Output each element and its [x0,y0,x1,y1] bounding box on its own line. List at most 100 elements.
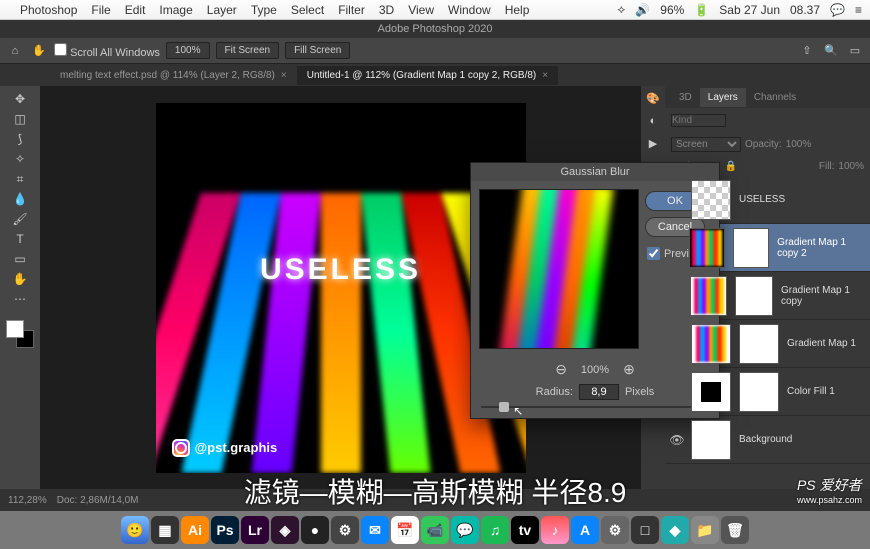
layer-mask-thumb[interactable] [733,228,769,268]
shape-tool-icon[interactable]: ▭ [11,250,29,268]
radius-slider[interactable]: ↖ [471,402,719,418]
wand-tool-icon[interactable]: ✧ [11,150,29,168]
layer-thumb[interactable] [691,180,731,220]
layer-mask-thumb[interactable] [735,276,773,316]
home-icon[interactable]: ⌂ [6,42,24,60]
dock-folder[interactable]: 📁 [691,516,719,544]
hand-tool-icon[interactable]: ✋ [30,42,48,60]
layer-thumb[interactable] [691,324,731,364]
layer-thumb[interactable] [691,420,731,460]
menu-select[interactable]: Select [291,3,324,17]
menu-edit[interactable]: Edit [125,3,146,17]
share-icon[interactable]: ⇧ [798,42,816,60]
tab-untitled[interactable]: Untitled-1 @ 112% (Gradient Map 1 copy 2… [297,66,558,85]
dock-app2[interactable]: ⚙ [331,516,359,544]
status-zoom[interactable]: 112,28% [8,495,47,506]
search-icon[interactable]: 🔍 [822,42,840,60]
dock-mail[interactable]: ✉ [361,516,389,544]
menu-type[interactable]: Type [251,3,277,17]
dock-misc1[interactable]: □ [631,516,659,544]
menu-window[interactable]: Window [448,3,491,17]
radius-input[interactable] [579,384,619,400]
layer-row[interactable]: 👁Color Fill 1 [665,368,870,416]
layer-name[interactable]: Gradient Map 1 [787,338,856,349]
type-tool-icon[interactable]: T [11,230,29,248]
menu-view[interactable]: View [408,3,434,17]
tab-layers[interactable]: Layers [700,88,746,107]
hand-tool-icon[interactable]: ✋ [11,270,29,288]
layer-row[interactable]: 👁Gradient Map 1 copy 2 [665,224,870,272]
layer-row[interactable]: Gradient Map 1 copy [665,272,870,320]
dock-ps[interactable]: Ps [211,516,239,544]
fill-screen-button[interactable]: Fill Screen [285,42,350,59]
move-tool-icon[interactable]: ✥ [11,90,29,108]
layer-name[interactable]: Gradient Map 1 copy [781,285,868,307]
more-tools-icon[interactable]: ⋯ [11,290,29,308]
menu-filter[interactable]: Filter [338,3,365,17]
menu-app[interactable]: Photoshop [20,3,77,17]
dock-launchpad[interactable]: ▦ [151,516,179,544]
fg-color-swatch[interactable] [6,320,24,338]
close-icon[interactable]: × [281,70,287,81]
dock-calendar[interactable]: 📅 [391,516,419,544]
blur-preview[interactable] [479,189,639,349]
marquee-tool-icon[interactable]: ◫ [11,110,29,128]
layer-search[interactable] [671,114,726,127]
color-swatches[interactable] [6,320,34,348]
dock-appstore[interactable]: A [571,516,599,544]
layer-name[interactable]: Color Fill 1 [787,386,835,397]
crop-tool-icon[interactable]: ⌗ [11,170,29,188]
layer-thumb[interactable] [689,228,725,268]
eyedropper-tool-icon[interactable]: 💧 [11,190,29,208]
layer-name[interactable]: Background [739,434,792,445]
lock-all-icon[interactable]: 🔒 [725,161,737,172]
canvas-area[interactable]: USELESS @pst.graphis Gaussian Blur [40,86,641,489]
dock-music[interactable]: ♪ [541,516,569,544]
layer-thumb[interactable] [690,276,728,316]
history-panel-icon[interactable]: ▶ [649,137,657,150]
opacity-value[interactable]: 100% [786,139,812,150]
fill-value[interactable]: 100% [838,161,864,172]
tab-channels[interactable]: Channels [746,88,804,107]
notification-icon[interactable]: 💬 [830,3,845,17]
close-icon[interactable]: × [542,70,548,81]
color-panel-icon[interactable]: 🎨 [646,92,660,105]
layer-thumb[interactable] [691,372,731,412]
layer-mask-thumb[interactable] [739,324,779,364]
tab-melting[interactable]: melting text effect.psd @ 114% (Layer 2,… [50,66,297,85]
dock-trash[interactable]: 🗑 [721,516,749,544]
menu-file[interactable]: File [91,3,110,17]
dock-whatsapp[interactable]: 💬 [451,516,479,544]
dock-prefs[interactable]: ⚙ [601,516,629,544]
dock-tv[interactable]: tv [511,516,539,544]
visibility-icon[interactable]: 👁 [667,433,687,447]
dock-misc2[interactable]: ◆ [661,516,689,544]
siri-icon[interactable]: ≡ [855,3,862,17]
slider-handle[interactable] [499,402,509,412]
layer-row[interactable]: Gradient Map 1 [665,320,870,368]
menu-image[interactable]: Image [159,3,192,17]
workspace-icon[interactable]: ▭ [846,42,864,60]
zoom-out-icon[interactable]: ⊖ [555,361,567,378]
zoom-100-button[interactable]: 100% [166,42,210,59]
menu-help[interactable]: Help [505,3,530,17]
volume-icon[interactable]: 🔊 [635,3,650,17]
blend-mode-select[interactable]: Screen [671,137,741,152]
dock-ai[interactable]: Ai [181,516,209,544]
wifi-icon[interactable]: ⟡ [617,2,625,17]
dock-spotify[interactable]: ♫ [481,516,509,544]
zoom-in-icon[interactable]: ⊕ [623,361,635,378]
lasso-tool-icon[interactable]: ⟆ [11,130,29,148]
brush-tool-icon[interactable]: 🖌 [11,210,29,228]
dock-xd[interactable]: ◈ [271,516,299,544]
layer-name[interactable]: Gradient Map 1 copy 2 [777,237,868,259]
adjust-panel-icon[interactable]: ◐ [650,115,657,127]
dock-app1[interactable]: ● [301,516,329,544]
layer-mask-thumb[interactable] [739,372,779,412]
layer-row[interactable]: 👁 Background [665,416,870,464]
dock-lr[interactable]: Lr [241,516,269,544]
layer-row[interactable]: 👁USELESS [665,176,870,224]
menu-3d[interactable]: 3D [379,3,394,17]
tab-3d[interactable]: 3D [671,88,700,107]
scroll-all-checkbox[interactable]: Scroll All Windows [54,43,160,59]
